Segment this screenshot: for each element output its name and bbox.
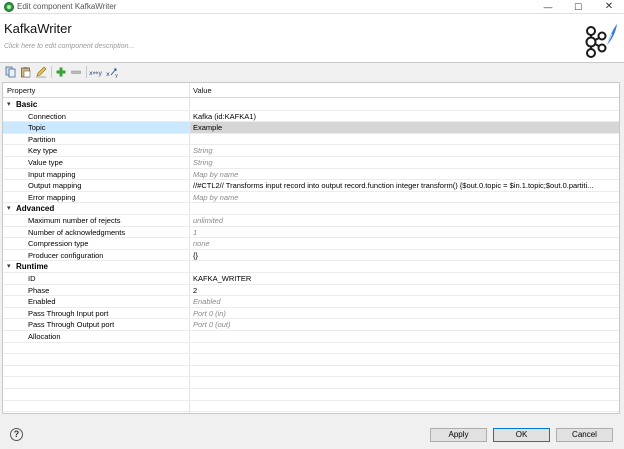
remove-icon[interactable] <box>70 66 82 78</box>
dialog-button-bar: ? Apply OK Cancel <box>0 415 624 449</box>
column-header-value[interactable]: Value <box>193 86 212 95</box>
empty-row <box>3 389 619 401</box>
table-header: Property Value <box>3 83 619 98</box>
collapse-arrow-icon[interactable]: ▾ <box>7 100 11 108</box>
table-row[interactable]: Key type String <box>3 145 619 157</box>
table-row-selected[interactable]: Topic Example <box>3 122 619 134</box>
group-basic[interactable]: ▾ Basic <box>3 99 619 111</box>
empty-row <box>3 354 619 366</box>
properties-table: Property Value ▾ Basic Connection Kafka … <box>2 82 620 414</box>
collapse-arrow-icon[interactable]: ▾ <box>7 262 11 270</box>
table-row[interactable]: Enabled Enabled <box>3 296 619 308</box>
apply-button[interactable]: Apply <box>430 428 487 442</box>
toolbar-separator <box>86 66 87 78</box>
table-row[interactable]: Maximum number of rejects unlimited <box>3 215 619 227</box>
toolbar: x↔y x y <box>0 63 624 81</box>
table-row[interactable]: Producer configuration {} <box>3 250 619 262</box>
empty-row <box>3 401 619 413</box>
table-row[interactable]: Output mapping //#CTL2// Transforms inpu… <box>3 180 619 192</box>
table-row[interactable]: Value type String <box>3 157 619 169</box>
help-icon[interactable]: ? <box>10 428 23 441</box>
svg-text:y: y <box>115 73 118 78</box>
empty-row <box>3 366 619 378</box>
app-logo-icon <box>4 2 14 12</box>
component-description[interactable]: Click here to edit component description… <box>4 43 134 50</box>
component-header: KafkaWriter Click here to edit component… <box>0 14 624 62</box>
svg-text:x: x <box>106 70 110 78</box>
close-button[interactable]: ✕ <box>594 0 624 14</box>
xy-swap-icon[interactable]: x↔y <box>89 66 104 78</box>
table-row[interactable]: Compression type none <box>3 238 619 250</box>
edit-icon[interactable] <box>35 66 47 78</box>
maximize-button[interactable]: ☐ <box>563 0 593 14</box>
column-header-property[interactable]: Property <box>7 86 35 95</box>
minimize-button[interactable]: — <box>533 0 563 14</box>
table-row[interactable]: Error mapping Map by name <box>3 192 619 204</box>
table-row[interactable]: Number of acknowledgments 1 <box>3 227 619 239</box>
table-row[interactable]: Partition <box>3 134 619 146</box>
toolbar-separator <box>51 66 52 78</box>
table-row[interactable]: Connection Kafka (id:KAFKA1) <box>3 111 619 123</box>
group-runtime[interactable]: ▾ Runtime <box>3 261 619 273</box>
copy-icon[interactable] <box>5 66 17 78</box>
collapse-arrow-icon[interactable]: ▾ <box>7 204 11 212</box>
table-row[interactable]: ID KAFKA_WRITER <box>3 273 619 285</box>
svg-text:x↔y: x↔y <box>89 69 102 77</box>
ok-button[interactable]: OK <box>493 428 550 442</box>
title-bar: Edit component KafkaWriter — ☐ ✕ <box>0 0 624 14</box>
group-advanced[interactable]: ▾ Advanced <box>3 203 619 215</box>
empty-row <box>3 343 619 355</box>
empty-row <box>3 377 619 389</box>
window-title: Edit component KafkaWriter <box>17 2 117 11</box>
kafka-logo-icon <box>585 24 617 58</box>
add-icon[interactable] <box>55 66 67 78</box>
table-row[interactable]: Pass Through Input port Port 0 (in) <box>3 308 619 320</box>
table-row[interactable]: Input mapping Map by name <box>3 169 619 181</box>
table-row[interactable]: Phase 2 <box>3 285 619 297</box>
paste-icon[interactable] <box>20 66 32 78</box>
xy-sort-icon[interactable]: x y <box>106 66 120 78</box>
cancel-button[interactable]: Cancel <box>556 428 613 442</box>
table-row[interactable]: Allocation <box>3 331 619 343</box>
table-row[interactable]: Pass Through Output port Port 0 (out) <box>3 319 619 331</box>
component-name[interactable]: KafkaWriter <box>4 21 72 36</box>
